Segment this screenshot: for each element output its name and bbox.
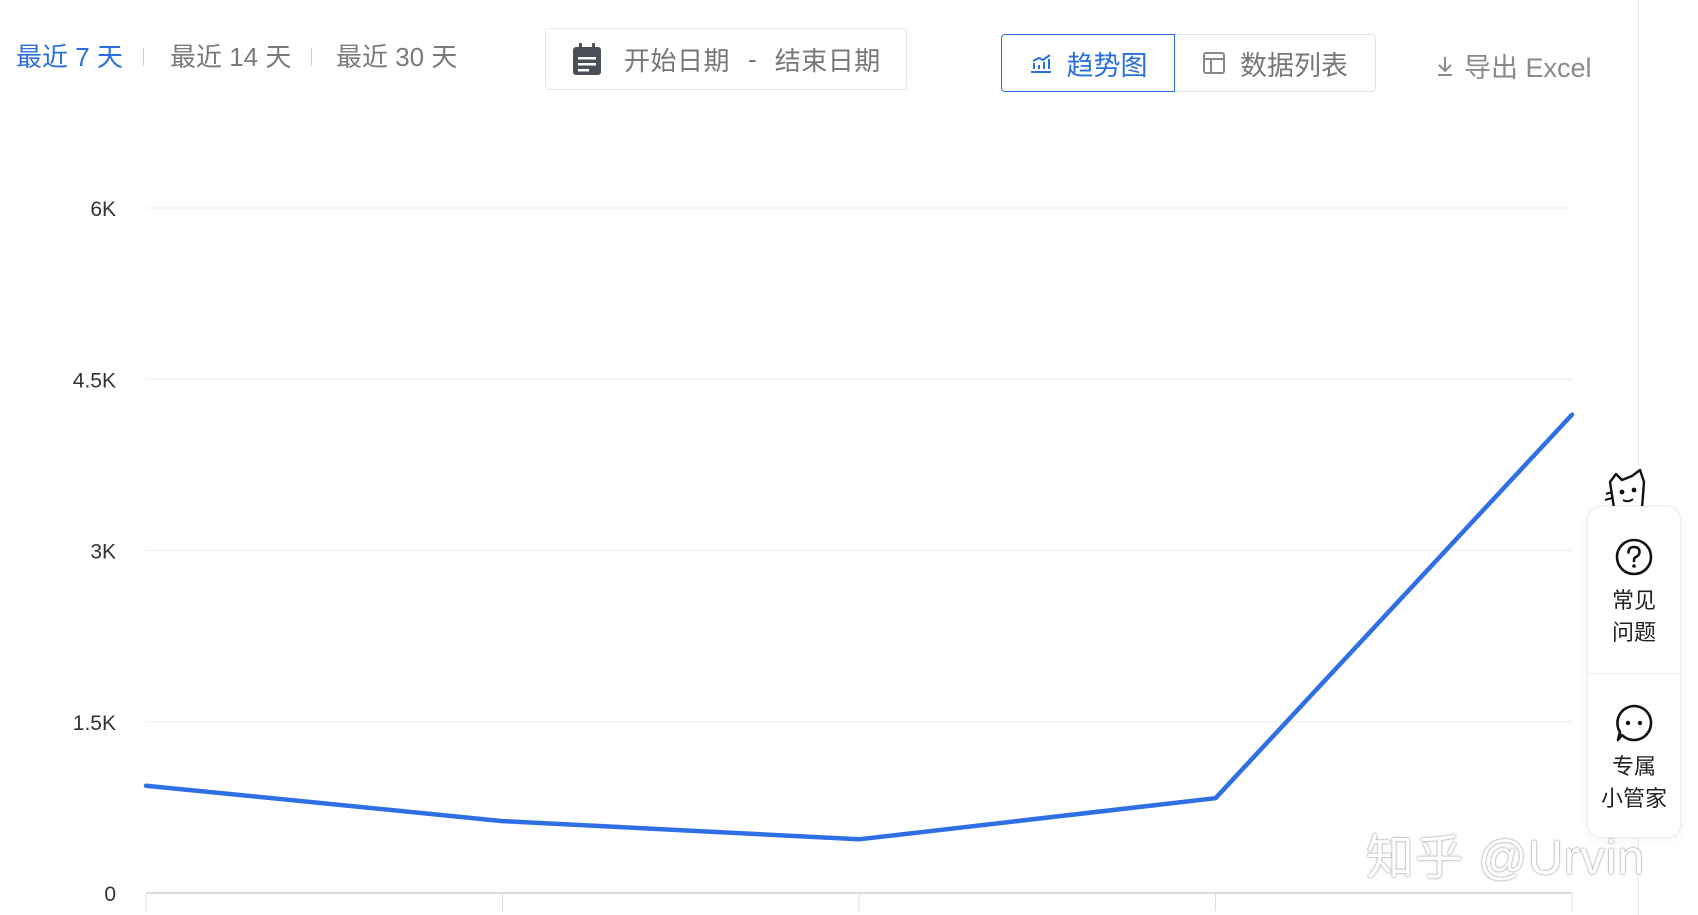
series-line bbox=[143, 412, 1575, 842]
question-icon bbox=[1615, 538, 1653, 576]
y-tick-label: 4.5K bbox=[73, 369, 116, 392]
assistant-button[interactable]: 专属 小管家 bbox=[1588, 703, 1680, 815]
faq-button[interactable]: 常见 问题 bbox=[1588, 537, 1680, 649]
y-tick-label: 3K bbox=[90, 541, 116, 564]
y-tick-label: 0 bbox=[104, 883, 116, 906]
line-chart: 0 1.5K 3K 4.5K 6K bbox=[73, 198, 1575, 911]
assistant-label: 专属 小管家 bbox=[1600, 754, 1667, 811]
faq-label: 常见 问题 bbox=[1611, 588, 1656, 645]
y-tick-label: 6K bbox=[90, 198, 116, 221]
y-tick-label: 1.5K bbox=[73, 712, 116, 735]
panel-divider bbox=[1588, 673, 1680, 674]
watermark: 知乎 @Urvin bbox=[1366, 832, 1646, 885]
chat-icon bbox=[1616, 704, 1653, 742]
help-side-panel: 常见 问题 专属 小管家 bbox=[1587, 506, 1681, 838]
